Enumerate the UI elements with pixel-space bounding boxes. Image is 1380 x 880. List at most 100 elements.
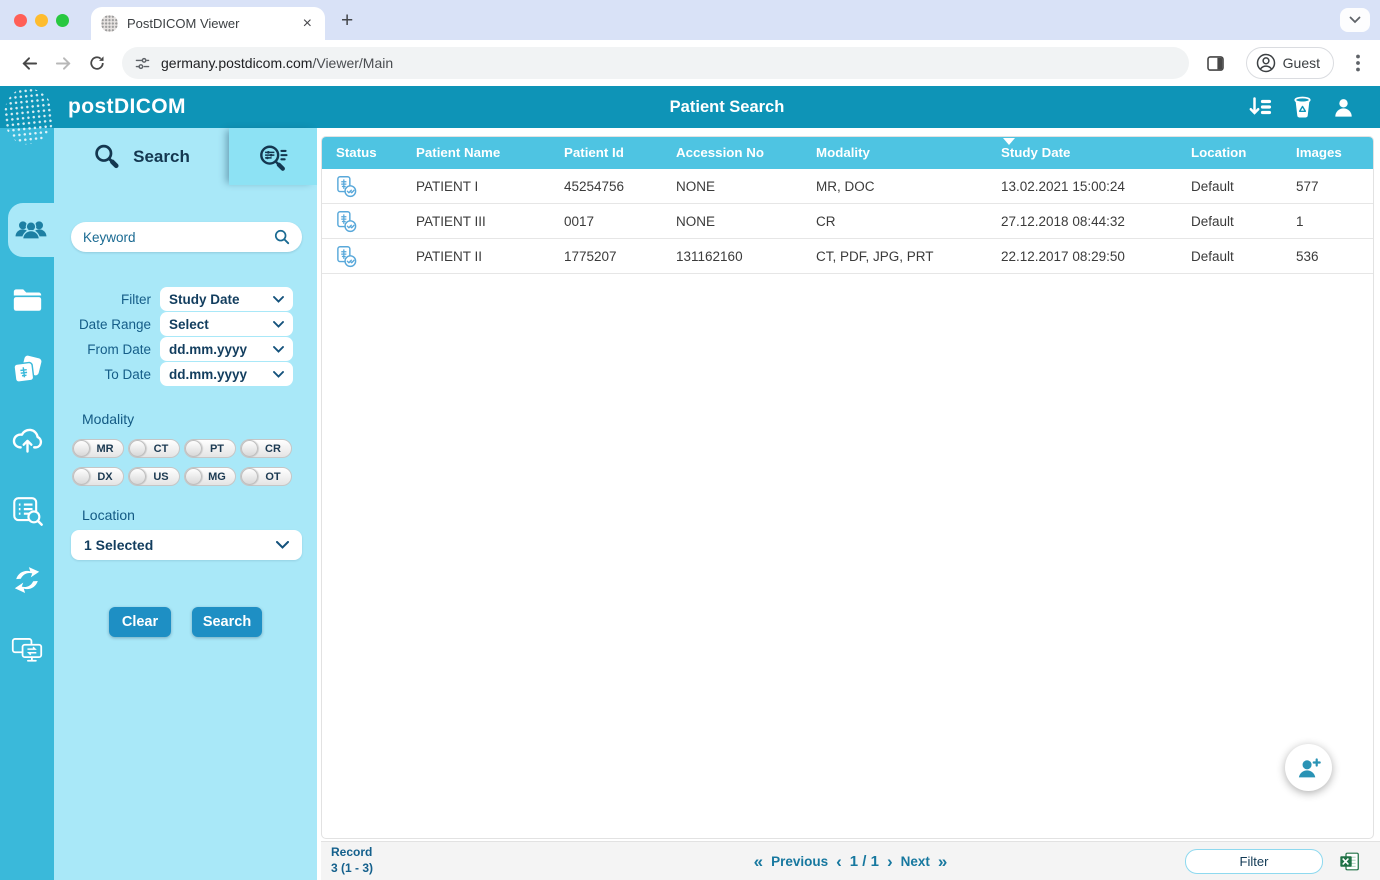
column-study-date[interactable]: Study Date	[987, 137, 1177, 169]
modality-toggle-cr[interactable]: CR	[240, 439, 292, 458]
column-modality[interactable]: Modality	[802, 137, 987, 169]
chevron-down-icon	[276, 541, 289, 549]
reload-icon	[90, 56, 104, 70]
column-patient-name[interactable]: Patient Name	[402, 137, 550, 169]
sidebar-item-patients[interactable]	[8, 203, 54, 257]
to-date-select[interactable]: dd.mm.yyyy	[160, 362, 293, 386]
search-button[interactable]: Search	[192, 607, 262, 637]
table-row[interactable]: PATIENT II 1775207 131162160 CT, PDF, JP…	[322, 239, 1373, 274]
add-patient-fab[interactable]	[1285, 744, 1332, 791]
cell-study-date: 27.12.2018 08:44:32	[1001, 213, 1125, 229]
toggle-knob	[73, 468, 90, 485]
column-images[interactable]: Images	[1282, 137, 1373, 169]
sidebar-item-dicom-images[interactable]	[0, 343, 54, 397]
sidebar-item-order-search[interactable]	[0, 483, 54, 537]
page-title: Patient Search	[669, 97, 785, 116]
reload-button[interactable]	[80, 46, 114, 80]
sidebar-item-cloud-upload[interactable]	[0, 413, 54, 467]
image-stack-icon	[12, 355, 41, 383]
sidebar-icon-rail	[0, 128, 54, 880]
window-minimize-button[interactable]	[35, 13, 48, 27]
trash-recycle-icon	[1294, 96, 1311, 118]
keyword-field-wrap	[71, 222, 302, 252]
next-page-icon[interactable]: ›	[887, 853, 893, 870]
sidebar-item-folders[interactable]	[0, 273, 54, 327]
forward-button[interactable]	[46, 46, 80, 80]
modality-toggle-mr[interactable]: MR	[72, 439, 124, 458]
browser-window: PostDICOM Viewer × + germany.postdicom.c…	[0, 0, 1380, 880]
account-button[interactable]	[1333, 97, 1354, 118]
cell-patient-name: PATIENT III	[416, 213, 486, 229]
back-icon	[21, 56, 37, 70]
browser-toolbar: germany.postdicom.com/Viewer/Main Guest	[0, 40, 1380, 86]
column-accession-no[interactable]: Accession No	[662, 137, 802, 169]
date-filter-form: Filter Study Date Date Range Select From…	[54, 287, 317, 386]
clear-button[interactable]: Clear	[109, 607, 171, 637]
column-status[interactable]: Status	[322, 137, 402, 169]
to-date-label: To Date	[104, 366, 151, 382]
column-patient-id[interactable]: Patient Id	[550, 137, 662, 169]
next-button[interactable]: Next	[901, 854, 930, 869]
modality-toggle-us[interactable]: US	[128, 467, 180, 486]
table-row[interactable]: PATIENT I 45254756 NONE MR, DOC 13.02.20…	[322, 169, 1373, 204]
person-plus-icon	[1298, 757, 1321, 777]
footer-filter-button[interactable]: Filter	[1185, 848, 1323, 874]
column-location[interactable]: Location	[1177, 137, 1282, 169]
tab-close-icon[interactable]: ×	[300, 15, 315, 33]
window-close-button[interactable]	[14, 13, 27, 27]
keyword-input[interactable]	[83, 229, 274, 245]
download-queue-button[interactable]	[1248, 96, 1272, 118]
modality-toggle-mg[interactable]: MG	[184, 467, 236, 486]
browser-menu-button[interactable]	[1348, 54, 1368, 72]
location-select[interactable]: 1 Selected	[71, 530, 302, 560]
previous-page-icon[interactable]: ‹	[836, 853, 842, 870]
modality-toggle-dx[interactable]: DX	[72, 467, 124, 486]
brand-post: post	[68, 95, 114, 118]
record-label: Record	[331, 845, 373, 860]
location-value: 1 Selected	[84, 537, 154, 553]
modality-toggle-pt[interactable]: PT	[184, 439, 236, 458]
table-header: Status Patient Name Patient Id Accession…	[322, 137, 1373, 169]
browser-tab[interactable]: PostDICOM Viewer ×	[91, 7, 325, 40]
back-button[interactable]	[12, 46, 46, 80]
address-bar[interactable]: germany.postdicom.com/Viewer/Main	[122, 47, 1189, 79]
new-tab-button[interactable]: +	[341, 10, 353, 31]
profile-button[interactable]: Guest	[1245, 47, 1334, 79]
from-date-select[interactable]: dd.mm.yyyy	[160, 337, 293, 361]
sidebar-item-sync[interactable]	[0, 553, 54, 607]
sidebar-item-share-screens[interactable]	[0, 623, 54, 677]
results-footer: Record 3 (1 - 3) « Previous ‹ 1 / 1 › Ne…	[321, 841, 1380, 880]
table-row[interactable]: PATIENT III 0017 NONE CR 27.12.2018 08:4…	[322, 204, 1373, 239]
header-actions	[1248, 96, 1354, 118]
folder-icon	[13, 289, 41, 311]
tab-search-chevron-button[interactable]	[1340, 8, 1370, 32]
url-text: germany.postdicom.com/Viewer/Main	[161, 55, 393, 71]
cell-study-date: 13.02.2021 15:00:24	[1001, 178, 1125, 194]
recycle-bin-button[interactable]	[1293, 96, 1312, 118]
date-range-value: Select	[169, 316, 209, 332]
chevron-down-icon	[273, 295, 284, 303]
first-page-icon[interactable]: «	[754, 853, 763, 870]
previous-button[interactable]: Previous	[771, 854, 828, 869]
patients-icon	[15, 221, 47, 240]
cell-modality: CT, PDF, JPG, PRT	[816, 248, 934, 264]
list-search-icon	[12, 496, 43, 526]
export-excel-button[interactable]	[1339, 851, 1360, 872]
tab-advanced-search[interactable]	[229, 128, 317, 185]
profile-label: Guest	[1282, 55, 1320, 71]
modality-toggle-ct[interactable]: CT	[128, 439, 180, 458]
search-icon	[95, 144, 119, 169]
toggle-knob	[185, 440, 202, 457]
tab-basic-search[interactable]: Search	[54, 128, 229, 185]
side-panel-button[interactable]	[1199, 46, 1233, 80]
filter-select[interactable]: Study Date	[160, 287, 293, 311]
modality-toggle-ot[interactable]: OT	[240, 467, 292, 486]
person-icon	[1335, 98, 1352, 117]
location-label: Location	[82, 507, 135, 523]
chevron-down-icon	[273, 320, 284, 328]
last-page-icon[interactable]: »	[938, 853, 947, 870]
date-range-select[interactable]: Select	[160, 312, 293, 336]
to-date-value: dd.mm.yyyy	[169, 366, 248, 382]
window-zoom-button[interactable]	[56, 13, 69, 27]
keyword-search-icon[interactable]	[274, 229, 290, 245]
